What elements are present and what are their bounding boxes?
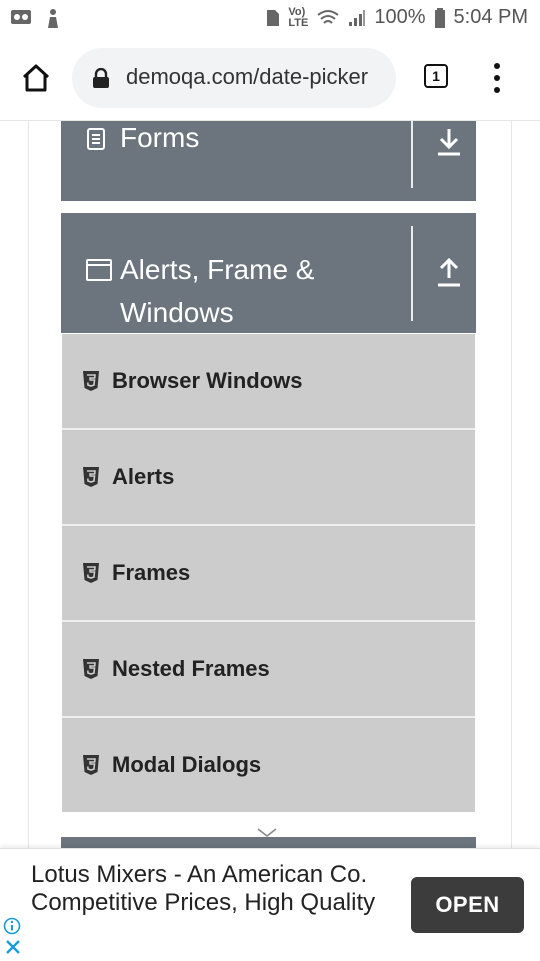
- volte-icon: Vo) LTE: [288, 5, 309, 29]
- address-bar[interactable]: demoqa.com/date-picker: [72, 48, 396, 108]
- battery-percent: 100%: [374, 6, 426, 28]
- window-icon: [86, 259, 112, 281]
- status-bar: Vo) LTE 100% 5:04 PM: [0, 0, 540, 36]
- home-icon[interactable]: [18, 60, 54, 96]
- header-divider: [411, 226, 413, 321]
- browser-toolbar: demoqa.com/date-picker 1: [0, 36, 540, 121]
- html5-icon: [83, 563, 99, 583]
- overflow-menu-icon[interactable]: [493, 62, 501, 94]
- html5-icon: [83, 371, 99, 391]
- menu-item-label: Browser Windows: [112, 368, 303, 393]
- alerts-group-title-line2: Windows: [120, 297, 234, 328]
- menu-item-browser-windows[interactable]: Browser Windows: [62, 334, 475, 428]
- forms-group-title: Forms: [120, 122, 200, 153]
- clock: 5:04 PM: [453, 6, 528, 28]
- alerts-group-header[interactable]: Alerts, Frame & Windows: [61, 213, 476, 333]
- page-border-left: [28, 121, 29, 851]
- menu-item-alerts[interactable]: Alerts: [62, 430, 475, 524]
- html5-icon: [83, 467, 99, 487]
- menu-item-label: Alerts: [112, 464, 175, 489]
- lock-icon: [93, 68, 109, 88]
- tab-switcher-button[interactable]: 1: [424, 64, 448, 88]
- expand-down-icon[interactable]: [435, 127, 463, 157]
- page-border-right: [511, 121, 512, 851]
- wifi-icon: [317, 9, 339, 24]
- menu-item-label: Frames: [112, 560, 191, 585]
- voicemail-icon: [11, 10, 31, 24]
- forms-group-header[interactable]: Forms: [61, 121, 476, 201]
- ad-open-button[interactable]: OPEN: [411, 877, 524, 933]
- menu-item-label: Nested Frames: [112, 656, 270, 681]
- signal-icon: [349, 9, 366, 26]
- menu-item-modal-dialogs[interactable]: Modal Dialogs: [62, 718, 475, 812]
- ad-banner[interactable]: Lotus Mixers - An American Co. Competiti…: [0, 848, 540, 961]
- ad-text[interactable]: Lotus Mixers - An American Co. Competiti…: [31, 861, 391, 917]
- person-icon: [48, 9, 58, 28]
- menu-item-frames[interactable]: Frames: [62, 526, 475, 620]
- header-divider: [411, 121, 413, 188]
- html5-icon: [83, 755, 99, 775]
- html5-icon: [83, 659, 99, 679]
- menu-item-label: Modal Dialogs: [112, 752, 262, 777]
- close-icon[interactable]: [5, 939, 21, 955]
- battery-icon: [434, 7, 445, 28]
- status-right: Vo) LTE 100% 5:04 PM: [266, 6, 528, 29]
- list-icon: [87, 128, 105, 150]
- url-text: demoqa.com/date-picker: [126, 64, 369, 89]
- notification-icons: [10, 8, 60, 28]
- menu-item-nested-frames[interactable]: Nested Frames: [62, 622, 475, 716]
- alerts-group-title-line1: Alerts, Frame &: [120, 254, 315, 285]
- sim-icon: [267, 9, 280, 26]
- info-icon[interactable]: [3, 917, 21, 935]
- collapse-up-icon[interactable]: [435, 258, 463, 288]
